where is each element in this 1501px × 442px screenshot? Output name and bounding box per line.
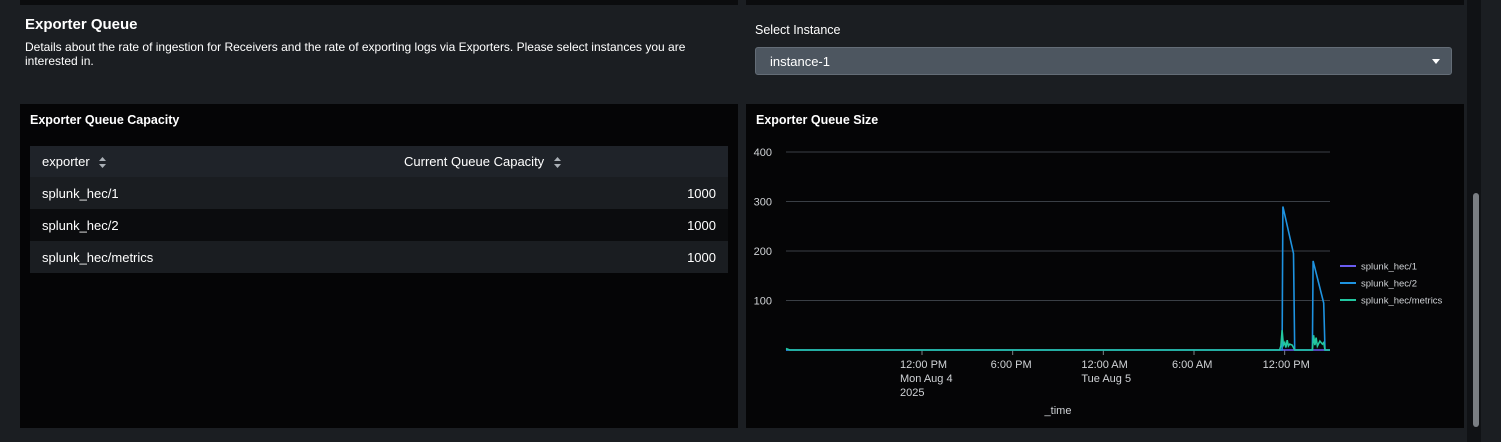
x-axis-label: _time: [1044, 405, 1072, 417]
legend-label: splunk_hec/2: [1361, 279, 1417, 290]
exporter-queue-capacity-panel: Exporter Queue Capacity exporter Current…: [20, 104, 738, 428]
y-tick-label: 100: [754, 296, 772, 308]
previous-panel-edge: [746, 0, 1464, 5]
x-tick-label: Tue Aug 5: [1081, 373, 1131, 385]
legend-label: splunk_hec/1: [1361, 262, 1417, 273]
exporter-cell: splunk_hec/2: [30, 209, 392, 241]
y-tick-label: 400: [754, 147, 772, 159]
sort-icon: [99, 157, 107, 169]
legend-label: splunk_hec/metrics: [1361, 296, 1443, 307]
instance-dropdown-value: instance-1: [770, 54, 830, 69]
series-line-splunk-hec-metrics: [785, 330, 1330, 351]
sort-icon: [553, 157, 561, 169]
x-tick-label: 6:00 PM: [991, 359, 1032, 371]
instance-dropdown[interactable]: instance-1: [755, 47, 1452, 75]
series-line-splunk-hec-2: [786, 206, 1330, 351]
caret-down-icon: [1432, 59, 1440, 64]
column-header-exporter[interactable]: exporter: [30, 146, 392, 177]
scrollbar-thumb[interactable]: [1473, 193, 1479, 427]
exporter-queue-size-panel: Exporter Queue Size 100 200 300 400 12:00 PM…: [746, 104, 1464, 428]
column-header-capacity[interactable]: Current Queue Capacity: [392, 146, 728, 177]
capacity-cell: 1000: [392, 177, 728, 209]
capacity-table: exporter Current Queue Capacity splunk_h…: [30, 146, 728, 273]
capacity-cell: 1000: [392, 241, 728, 273]
panel-title: Exporter Queue Capacity: [30, 113, 180, 127]
section-title: Exporter Queue: [25, 16, 138, 33]
exporter-cell: splunk_hec/metrics: [30, 241, 392, 273]
x-tick-label: 12:00 AM: [1081, 359, 1127, 371]
select-instance-label: Select Instance: [755, 23, 841, 37]
capacity-cell: 1000: [392, 209, 728, 241]
x-tick-label: 2025: [900, 387, 924, 399]
queue-size-chart[interactable]: 100 200 300 400 12:00 PM Mon Aug 4 2025 6:00 PM…: [746, 104, 1464, 428]
exporter-cell: splunk_hec/1: [30, 177, 392, 209]
previous-panel-edge: [20, 0, 738, 5]
x-tick-label: 12:00 PM: [900, 359, 947, 371]
x-tick-label: 6:00 AM: [1172, 359, 1212, 371]
table-row[interactable]: splunk_hec/metrics 1000: [30, 241, 728, 273]
section-description: Details about the rate of ingestion for …: [25, 40, 686, 68]
table-row[interactable]: splunk_hec/1 1000: [30, 177, 728, 209]
x-tick-label: Mon Aug 4: [900, 373, 953, 385]
y-tick-label: 300: [754, 197, 772, 209]
y-tick-label: 200: [754, 246, 772, 258]
x-tick-label: 12:00 PM: [1263, 359, 1310, 371]
table-row[interactable]: splunk_hec/2 1000: [30, 209, 728, 241]
